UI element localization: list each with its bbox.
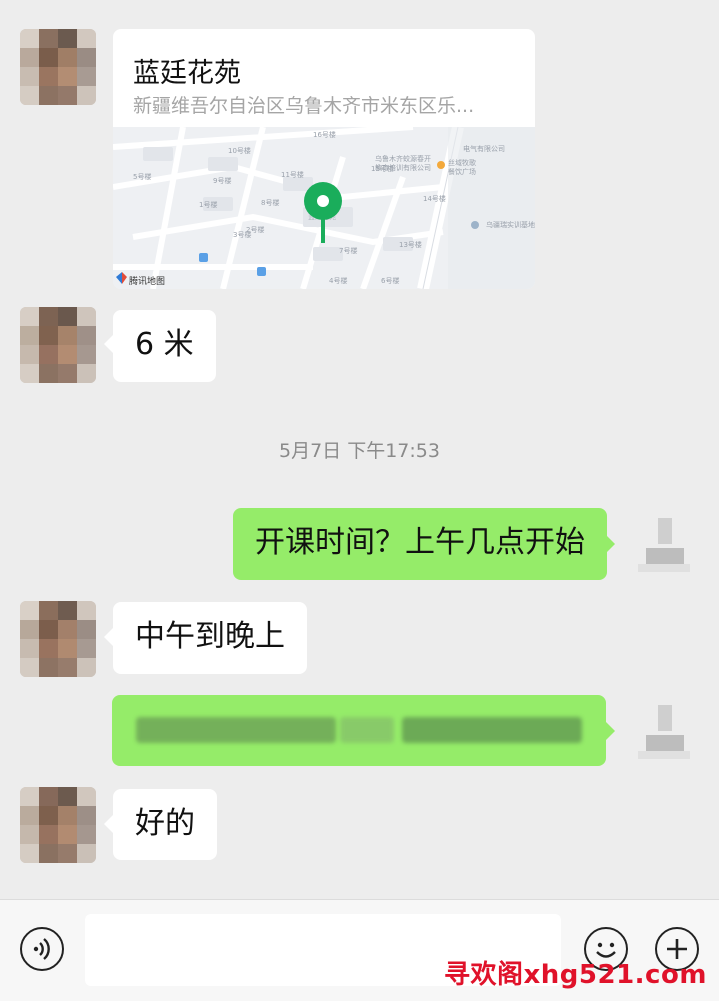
map-building-label: 7号楼: [339, 246, 357, 255]
contact-avatar[interactable]: [20, 29, 96, 105]
map-attribution: 腾讯地图: [129, 275, 165, 287]
watermark: 寻欢阁xhg521.com: [444, 960, 707, 990]
map-building-label: 2号楼: [246, 225, 264, 234]
incoming-message[interactable]: 中午到晚上: [113, 602, 307, 674]
contact-avatar[interactable]: [20, 307, 96, 383]
map-building-label: 9号楼: [213, 176, 231, 185]
voice-icon[interactable]: [20, 927, 64, 971]
map-poi-label: 乌疆瑞实训基地: [486, 220, 535, 229]
map-building-label: 16号楼: [313, 130, 336, 139]
outgoing-message[interactable]: 开课时间？上午几点开始: [233, 508, 607, 580]
location-address: 新疆维吾尔自治区乌鲁木齐市米东区乐...: [133, 95, 475, 117]
map-poi-label: 餐饮广场: [448, 167, 476, 176]
map-building-label: 4号楼: [329, 276, 347, 285]
map-building-label: 8号楼: [261, 198, 279, 207]
map-poi-label: 丝域牧歌: [448, 158, 476, 167]
location-map[interactable]: 16号楼 10号楼 11号楼 9号楼 8号楼 1号楼 3号楼 2号楼 15号楼 …: [113, 124, 535, 289]
location-name: 蓝廷花苑: [133, 58, 241, 89]
contact-avatar[interactable]: [20, 601, 96, 677]
map-poi-label: 乌鲁木齐蛟源春开: [375, 154, 431, 163]
map-building-label: 11号楼: [281, 170, 304, 179]
location-card[interactable]: 蓝廷花苑 新疆维吾尔自治区乌鲁木齐市米东区乐... 16号楼 10号楼 11号楼…: [113, 29, 535, 289]
map-building-label: 10号楼: [228, 146, 251, 155]
my-avatar[interactable]: [636, 510, 692, 576]
incoming-message[interactable]: 好的: [113, 789, 217, 860]
map-building-label: 14号楼: [423, 194, 446, 203]
message-timestamp: 5月7日 下午17:53: [279, 440, 440, 462]
contact-avatar[interactable]: [20, 787, 96, 863]
outgoing-message-blurred[interactable]: [112, 695, 606, 766]
map-poi-label: 电气有限公司: [463, 144, 505, 153]
map-building-label: 13号楼: [399, 240, 422, 249]
incoming-message[interactable]: 6 米: [113, 310, 216, 382]
map-building-label: 6号楼: [381, 276, 399, 285]
my-avatar[interactable]: [636, 697, 692, 763]
map-poi-label: 教育培训有限公司: [375, 163, 431, 172]
map-building-label: 5号楼: [133, 172, 151, 181]
map-building-label: 1号楼: [199, 200, 217, 209]
